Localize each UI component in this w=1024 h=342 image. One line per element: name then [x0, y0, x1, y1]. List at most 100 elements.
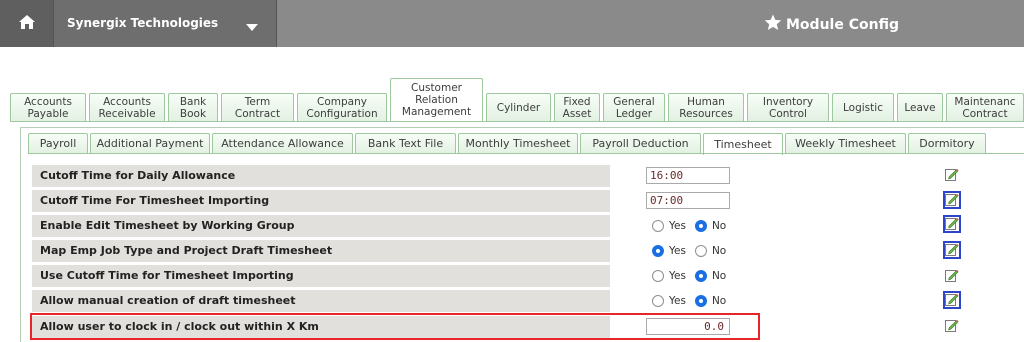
yes-no-radio-group: Yes No — [652, 215, 735, 237]
setting-row-cutoff-time-for-timesheet-importing: Cutoff Time For Timesheet Importing 07:00 — [32, 190, 760, 212]
module-tab-inventory-control[interactable]: Inventory Control — [747, 93, 829, 121]
module-tab-label-line: Receivable — [98, 107, 156, 120]
setting-value-cell: 07:00 — [612, 190, 760, 212]
time-input[interactable]: 16:00 — [646, 167, 730, 184]
module-tab-label-line: Logistic — [843, 101, 883, 114]
module-tab-label-line: Configuration — [306, 107, 378, 120]
module-tab-label-line: Management — [401, 106, 472, 118]
radio-label-yes: Yes — [669, 295, 686, 307]
setting-row-map-emp-job-type-and-project-draft-timesheet: Map Emp Job Type and Project Draft Times… — [32, 240, 760, 262]
radio-yes[interactable] — [652, 295, 664, 307]
edit-button[interactable] — [943, 267, 961, 285]
module-tab-label-line: General — [613, 95, 655, 108]
module-tab-label-line: Asset — [562, 107, 592, 120]
radio-label-no: No — [711, 245, 727, 257]
edit-button[interactable] — [943, 291, 961, 309]
module-tab-label-line: Contract — [962, 107, 1008, 120]
module-tab-label-line: Accounts — [103, 95, 151, 108]
radio-no[interactable] — [694, 270, 707, 282]
edit-button[interactable] — [943, 166, 961, 184]
module-tab-label-line: Company — [317, 95, 367, 108]
setting-value-cell: Yes No — [612, 240, 760, 262]
module-tab-label-line: Fixed — [563, 95, 591, 108]
tab-dormitory[interactable]: Dormitory — [908, 133, 986, 153]
module-tab-general-ledger[interactable]: General Ledger — [603, 93, 665, 121]
module-tab-cylinder[interactable]: Cylinder — [486, 93, 551, 121]
time-input[interactable]: 07:00 — [646, 192, 730, 209]
home-button[interactable] — [0, 0, 53, 47]
setting-value-cell: Yes No — [612, 265, 760, 287]
company-selector[interactable]: Synergix Technologies — [53, 0, 277, 47]
edit-pencil-icon — [945, 241, 959, 260]
tab-additional-payment[interactable]: Additional Payment — [90, 133, 210, 153]
caret-down-icon — [246, 24, 258, 31]
radio-label-yes: Yes — [669, 270, 686, 282]
module-tab-label-line: Customer — [410, 82, 462, 94]
radio-yes[interactable] — [652, 270, 664, 282]
module-tab-label-line: Term — [244, 95, 271, 108]
edit-pencil-icon — [945, 267, 959, 286]
radio-no[interactable] — [694, 245, 707, 257]
sub-tab-divider — [28, 153, 1024, 154]
module-tab-label-line: Inventory — [762, 95, 814, 108]
module-tab-fixed-asset[interactable]: Fixed Asset — [554, 93, 600, 121]
edit-button[interactable] — [943, 241, 961, 259]
module-tab-divider — [10, 121, 1024, 122]
setting-label: Enable Edit Timesheet by Working Group — [32, 215, 610, 237]
yes-no-radio-group: Yes No — [652, 265, 735, 287]
radio-no[interactable] — [694, 295, 707, 307]
radio-yes[interactable] — [652, 220, 664, 232]
setting-value-cell: Yes No — [612, 290, 760, 312]
module-tab-bank-book[interactable]: Bank Book — [168, 93, 218, 121]
tab-attendance-allowance[interactable]: Attendance Allowance — [212, 133, 353, 153]
module-tab-label-line: Relation — [415, 94, 458, 106]
star-icon — [764, 14, 786, 35]
radio-no[interactable] — [694, 220, 707, 232]
module-tab-company-configuration[interactable]: Company Configuration — [297, 93, 387, 121]
edit-pencil-icon — [945, 191, 959, 210]
tab-payroll-deduction[interactable]: Payroll Deduction — [580, 133, 701, 153]
setting-value-cell: 16:00 — [612, 165, 760, 187]
radio-label-no: No — [711, 270, 727, 282]
module-tab-term-contract[interactable]: Term Contract — [221, 93, 294, 121]
edit-button[interactable] — [943, 317, 961, 335]
module-tab-accounts-payable[interactable]: Accounts Payable — [10, 93, 86, 121]
setting-row-cutoff-time-for-daily-allowance: Cutoff Time for Daily Allowance 16:00 — [32, 165, 760, 187]
setting-label: Cutoff Time for Daily Allowance — [32, 165, 610, 187]
tab-payroll[interactable]: Payroll — [28, 133, 88, 153]
radio-label-yes: Yes — [669, 220, 686, 232]
radio-label-yes: Yes — [669, 245, 686, 257]
radio-yes[interactable] — [652, 245, 664, 257]
edit-pencil-icon — [945, 291, 959, 310]
edit-pencil-icon — [945, 215, 959, 234]
edit-pencil-icon — [945, 166, 959, 185]
radio-label-no: No — [711, 220, 727, 232]
module-tab-leave[interactable]: Leave — [897, 93, 943, 121]
highlight-box — [30, 313, 760, 340]
setting-value-cell: Yes No — [612, 215, 760, 237]
yes-no-radio-group: Yes No — [652, 290, 735, 312]
edit-button[interactable] — [943, 215, 961, 233]
setting-row-use-cutoff-time-for-timesheet-importing: Use Cutoff Time for Timesheet Importing Y… — [32, 265, 760, 287]
module-tab-accounts-receivable[interactable]: Accounts Receivable — [89, 93, 165, 121]
module-tab-label-line: Human — [687, 95, 725, 108]
radio-label-no: No — [711, 295, 727, 307]
setting-row-allow-manual-creation-of-draft-timesheet: Allow manual creation of draft timesheet… — [32, 290, 760, 312]
module-tab-label-line: Leave — [904, 101, 936, 114]
module-tab-label-line: Book — [179, 107, 207, 120]
module-tab-logistic[interactable]: Logistic — [832, 93, 894, 121]
tab-bank-text-file[interactable]: Bank Text File — [355, 133, 456, 153]
module-tab-label-line: Bank — [179, 95, 207, 108]
home-icon — [18, 14, 36, 34]
yes-no-radio-group: Yes No — [652, 240, 735, 262]
module-tab-label-line: Cylinder — [496, 101, 541, 114]
module-title: Module Config — [764, 14, 899, 35]
module-tab-human-resources[interactable]: Human Resources — [668, 93, 744, 121]
tab-timesheet[interactable]: Timesheet — [703, 133, 783, 155]
tab-weekly-timesheet[interactable]: Weekly Timesheet — [785, 133, 906, 153]
module-tab-customer-relation-management[interactable]: Customer Relation Management — [390, 78, 483, 121]
module-tab-maintenanc-contract[interactable]: Maintenanc Contract — [946, 93, 1024, 121]
module-tab-label-line: Contract — [234, 107, 281, 120]
tab-monthly-timesheet[interactable]: Monthly Timesheet — [458, 133, 578, 153]
edit-button[interactable] — [943, 191, 961, 209]
